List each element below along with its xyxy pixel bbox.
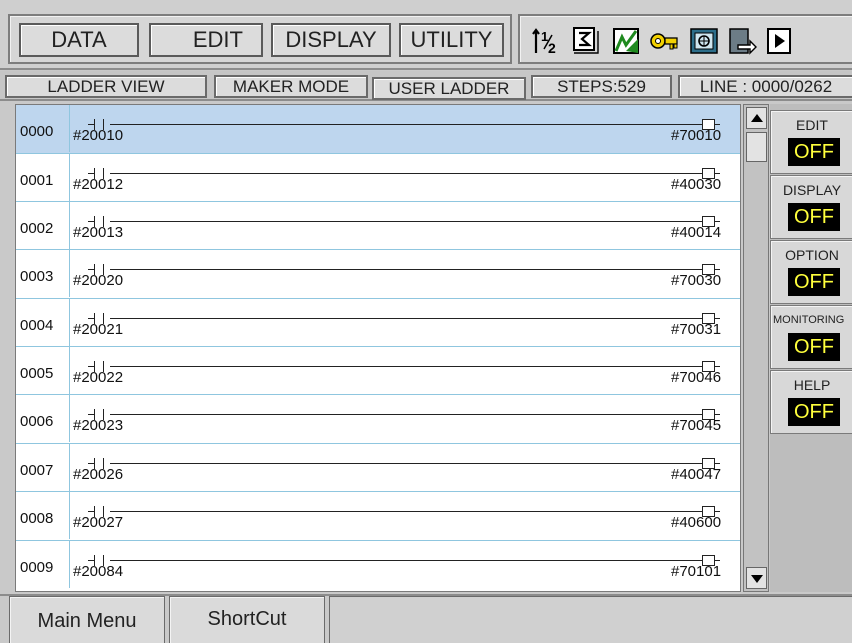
- rung-number: 0007: [16, 444, 70, 491]
- ladder-row[interactable]: 0004 #20021 #70031: [16, 299, 740, 347]
- ladder-row[interactable]: 0007 #20026 #40047: [16, 444, 740, 492]
- output-address: #70031: [671, 321, 722, 338]
- menu-group: DATA EDIT DISPLAY UTILITY: [8, 14, 512, 64]
- steps-counter: STEPS:529: [531, 75, 672, 98]
- user-ladder-tab[interactable]: USER LADDER: [372, 77, 526, 100]
- rung-wire: [110, 124, 702, 125]
- option-toggle-label: OPTION: [785, 247, 839, 263]
- input-address: #20084: [73, 563, 124, 580]
- arrow-up-icon: [751, 114, 763, 122]
- data-menu-button[interactable]: DATA: [19, 23, 139, 57]
- chart-edit-icon[interactable]: [610, 25, 642, 57]
- output-address: #70030: [671, 272, 722, 289]
- rung-number: 0003: [16, 250, 70, 297]
- rung-number: 0000: [16, 105, 70, 152]
- footer-empty-area: [329, 596, 852, 643]
- rung-number: 0006: [16, 395, 70, 442]
- rung-number: 0008: [16, 492, 70, 539]
- output-address: #40047: [671, 466, 722, 483]
- output-address: #40600: [671, 514, 722, 531]
- monitoring-toggle-label: MONITORING: [773, 314, 845, 326]
- edit-menu-button[interactable]: EDIT: [149, 23, 263, 57]
- input-address: #20023: [73, 417, 124, 434]
- rung-number: 0004: [16, 299, 70, 346]
- output-address: #70010: [671, 127, 722, 144]
- side-panel: EDIT OFF DISPLAY OFF OPTION OFF MONITORI…: [770, 104, 852, 592]
- output-address: #70045: [671, 417, 722, 434]
- rung-wire: [110, 463, 702, 464]
- rung-wire: [110, 221, 702, 222]
- edit-toggle[interactable]: EDIT OFF: [770, 110, 852, 174]
- rung-wire: [110, 269, 702, 270]
- output-address: #40014: [671, 224, 722, 241]
- main-menu-button[interactable]: Main Menu: [9, 596, 165, 643]
- input-address: #20012: [73, 176, 124, 193]
- input-address: #20027: [73, 514, 124, 531]
- input-address: #20026: [73, 466, 124, 483]
- rung-number: 0002: [16, 202, 70, 249]
- help-toggle-label: HELP: [793, 377, 831, 393]
- scroll-down-button[interactable]: [746, 567, 767, 589]
- ladder-row[interactable]: 0009 #20084 #70101: [16, 541, 740, 591]
- scroll-up-button[interactable]: [746, 107, 767, 129]
- input-address: #20022: [73, 369, 124, 386]
- output-address: #70101: [671, 563, 722, 580]
- scroll-thumb[interactable]: [746, 132, 767, 162]
- key-lock-icon[interactable]: [648, 25, 680, 57]
- output-address: #70046: [671, 369, 722, 386]
- rung-number: 0009: [16, 541, 70, 588]
- display-toggle-label: DISPLAY: [782, 182, 842, 198]
- step-box-icon[interactable]: [570, 25, 602, 57]
- play-next-icon[interactable]: [764, 25, 796, 57]
- input-address: #20013: [73, 224, 124, 241]
- edit-toggle-value: OFF: [788, 138, 840, 166]
- ladder-diagram: 0000 #20010 #70010 0001 #20012 #40030 0002 #200…: [15, 104, 741, 592]
- vertical-scrollbar[interactable]: [743, 104, 769, 592]
- monitoring-toggle-value: OFF: [788, 333, 840, 361]
- option-toggle[interactable]: OPTION OFF: [770, 240, 852, 304]
- arrow-down-icon: [751, 575, 763, 583]
- line-counter: LINE : 0000/0262: [678, 75, 852, 98]
- input-address: #20021: [73, 321, 124, 338]
- footer-bar: Main Menu ShortCut: [0, 594, 852, 643]
- status-bar: LADDER VIEW MAKER MODE USER LADDER STEPS…: [0, 71, 852, 101]
- ladder-row[interactable]: 0002 #20013 #40014: [16, 202, 740, 250]
- ladder-row[interactable]: 0005 #20022 #70046: [16, 347, 740, 395]
- utility-menu-button[interactable]: UTILITY: [399, 23, 504, 57]
- ladder-view-tab[interactable]: LADDER VIEW: [5, 75, 207, 98]
- display-toggle-value: OFF: [788, 203, 840, 231]
- rung-number: 0001: [16, 154, 70, 201]
- rung-wire: [110, 511, 702, 512]
- output-address: #40030: [671, 176, 722, 193]
- toolbar: 1 2: [518, 14, 852, 64]
- rung-wire: [110, 173, 702, 174]
- monitor-screen-icon[interactable]: [688, 25, 720, 57]
- shortcut-button[interactable]: ShortCut: [169, 596, 325, 643]
- svg-text:2: 2: [548, 40, 556, 56]
- help-toggle[interactable]: HELP OFF: [770, 370, 852, 434]
- export-file-icon[interactable]: [726, 25, 758, 57]
- edit-toggle-label: EDIT: [796, 117, 828, 133]
- rung-wire: [110, 414, 702, 415]
- ladder-row[interactable]: 0001 #20012 #40030: [16, 154, 740, 202]
- rung-wire: [110, 318, 702, 319]
- ladder-row[interactable]: 0008 #20027 #40600: [16, 492, 740, 541]
- ladder-row[interactable]: 0006 #20023 #70045: [16, 395, 740, 444]
- input-address: #20010: [73, 127, 124, 144]
- sort-numeric-icon[interactable]: 1 2: [530, 25, 562, 57]
- help-toggle-value: OFF: [788, 398, 840, 426]
- input-address: #20020: [73, 272, 124, 289]
- maker-mode-tab[interactable]: MAKER MODE: [214, 75, 368, 98]
- top-menu-bar: DATA EDIT DISPLAY UTILITY 1 2: [0, 0, 852, 70]
- ladder-row[interactable]: 0003 #20020 #70030: [16, 250, 740, 299]
- display-menu-button[interactable]: DISPLAY: [271, 23, 391, 57]
- option-toggle-value: OFF: [788, 268, 840, 296]
- monitoring-toggle[interactable]: MONITORING OFF: [770, 305, 852, 369]
- rung-number: 0005: [16, 347, 70, 394]
- rung-wire: [110, 560, 702, 561]
- ladder-row[interactable]: 0000 #20010 #70010: [16, 105, 740, 154]
- display-toggle[interactable]: DISPLAY OFF: [770, 175, 852, 239]
- rung-wire: [110, 366, 702, 367]
